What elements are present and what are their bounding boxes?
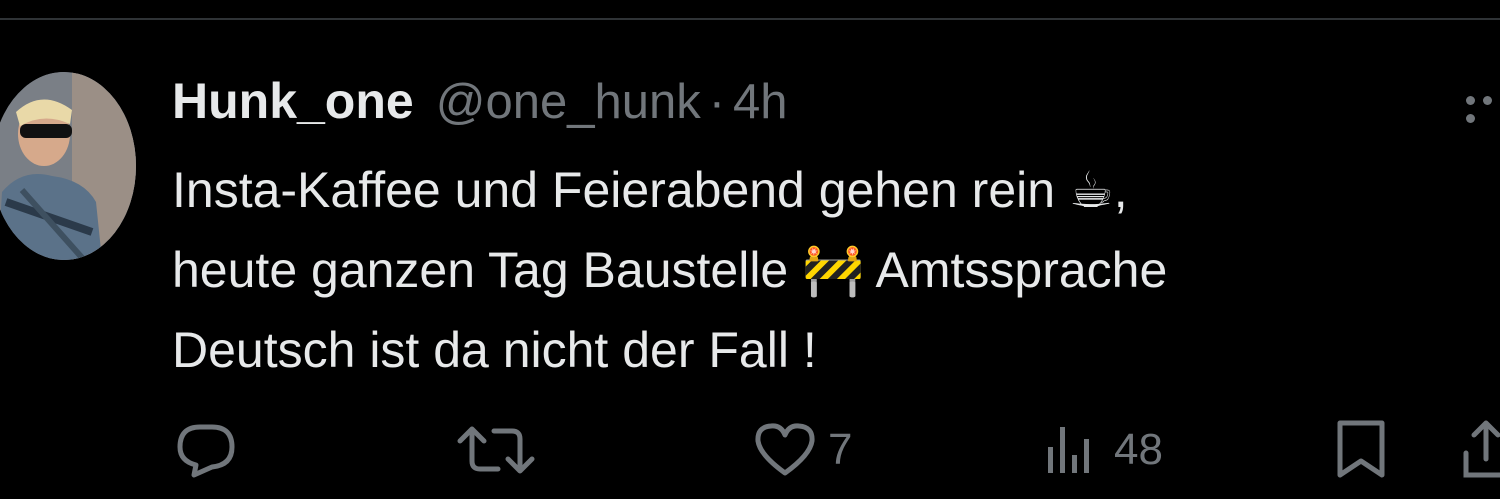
like-button[interactable]: 7	[752, 420, 852, 480]
tweet-line-2: heute ganzen Tag Baustelle 🚧 Amtssprache	[172, 242, 1168, 298]
views-count: 48	[1114, 425, 1163, 474]
timestamp[interactable]: 4h	[733, 74, 788, 130]
display-name[interactable]: Hunk_one	[172, 72, 414, 130]
more-options-icon[interactable]	[1466, 92, 1500, 123]
avatar[interactable]	[0, 72, 136, 260]
divider	[0, 18, 1500, 20]
tweet-line-3: Deutsch ist da nicht der Fall !	[172, 322, 817, 378]
like-count: 7	[828, 425, 853, 474]
views-icon	[1048, 427, 1089, 473]
retweet-button[interactable]	[456, 420, 546, 480]
share-icon	[1463, 420, 1500, 478]
retweet-icon	[457, 426, 535, 474]
tweet[interactable]: Hunk_one @one_hunk · 4h Insta-Kaffee und…	[0, 0, 1500, 499]
separator-dot: ·	[708, 75, 726, 129]
user-handle[interactable]: @one_hunk	[436, 74, 701, 130]
action-bar: 7 48	[0, 420, 1500, 499]
views-button[interactable]: 48	[1044, 420, 1163, 480]
bookmark-icon	[1337, 420, 1385, 478]
share-button[interactable]	[1462, 420, 1500, 480]
tweet-text: Insta-Kaffee und Feierabend gehen rein ☕…	[172, 150, 1492, 390]
reply-icon	[177, 424, 235, 478]
reply-button[interactable]	[174, 420, 248, 480]
tweet-line-1: Insta-Kaffee und Feierabend gehen rein ☕…	[172, 162, 1128, 218]
tweet-header: Hunk_one @one_hunk · 4h	[172, 72, 788, 134]
bookmark-button[interactable]	[1334, 420, 1388, 480]
heart-icon	[755, 423, 815, 476]
